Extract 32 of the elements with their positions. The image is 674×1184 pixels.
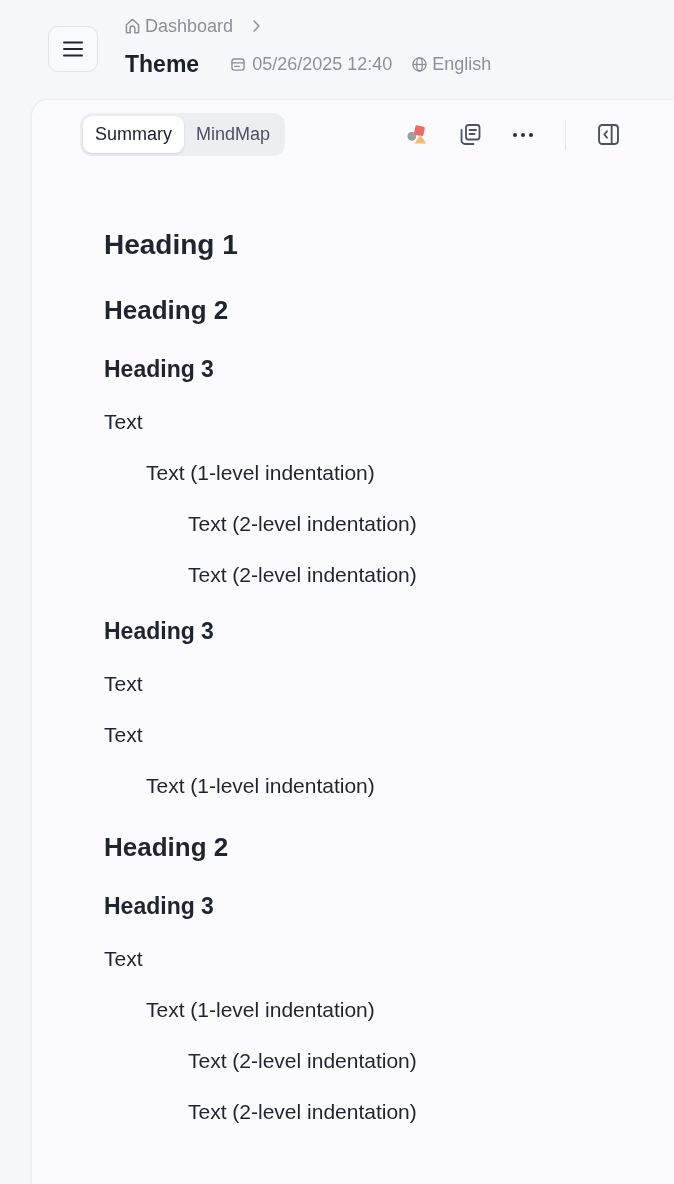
subsection-heading: Heading 3	[104, 892, 214, 921]
outline-text: Text	[104, 409, 143, 435]
subsection-heading: Heading 3	[104, 355, 214, 384]
view-tab[interactable]: Summary	[83, 116, 184, 153]
page-heading: Heading 1	[104, 228, 238, 262]
outline-text: Text (2-level indentation)	[188, 1048, 417, 1074]
view-tab[interactable]: MindMap	[184, 116, 283, 153]
shapes-icon[interactable]	[407, 124, 428, 145]
date-time-text: 05/26/2025 12:40	[252, 53, 393, 75]
menu-icon	[63, 41, 83, 57]
outline-text: Text	[104, 946, 143, 972]
section-heading: Heading 2	[104, 831, 229, 863]
outline-text: Text (1-level indentation)	[146, 997, 375, 1023]
subsection-heading: Heading 3	[104, 617, 214, 646]
outline-text: Text	[104, 671, 143, 697]
calendar-icon	[231, 57, 246, 71]
panel-icon[interactable]	[598, 124, 619, 145]
outline-text: Text (1-level indentation)	[146, 460, 375, 486]
language-text: English	[432, 53, 492, 75]
home-icon	[125, 18, 140, 34]
menu-button[interactable]	[48, 26, 98, 72]
outline-text: Text (2-level indentation)	[188, 511, 417, 537]
copy-icon[interactable]	[460, 124, 481, 145]
chevron-right-icon	[253, 20, 261, 32]
outline-text: Text (1-level indentation)	[146, 773, 375, 799]
outline-text: Text	[104, 722, 143, 748]
globe-icon	[412, 56, 428, 72]
outline-text: Text (2-level indentation)	[188, 562, 417, 588]
more-icon[interactable]	[513, 132, 533, 137]
page-title: Theme	[125, 50, 200, 78]
section-heading: Heading 2	[104, 294, 229, 326]
outline-text: Text (2-level indentation)	[188, 1099, 417, 1125]
